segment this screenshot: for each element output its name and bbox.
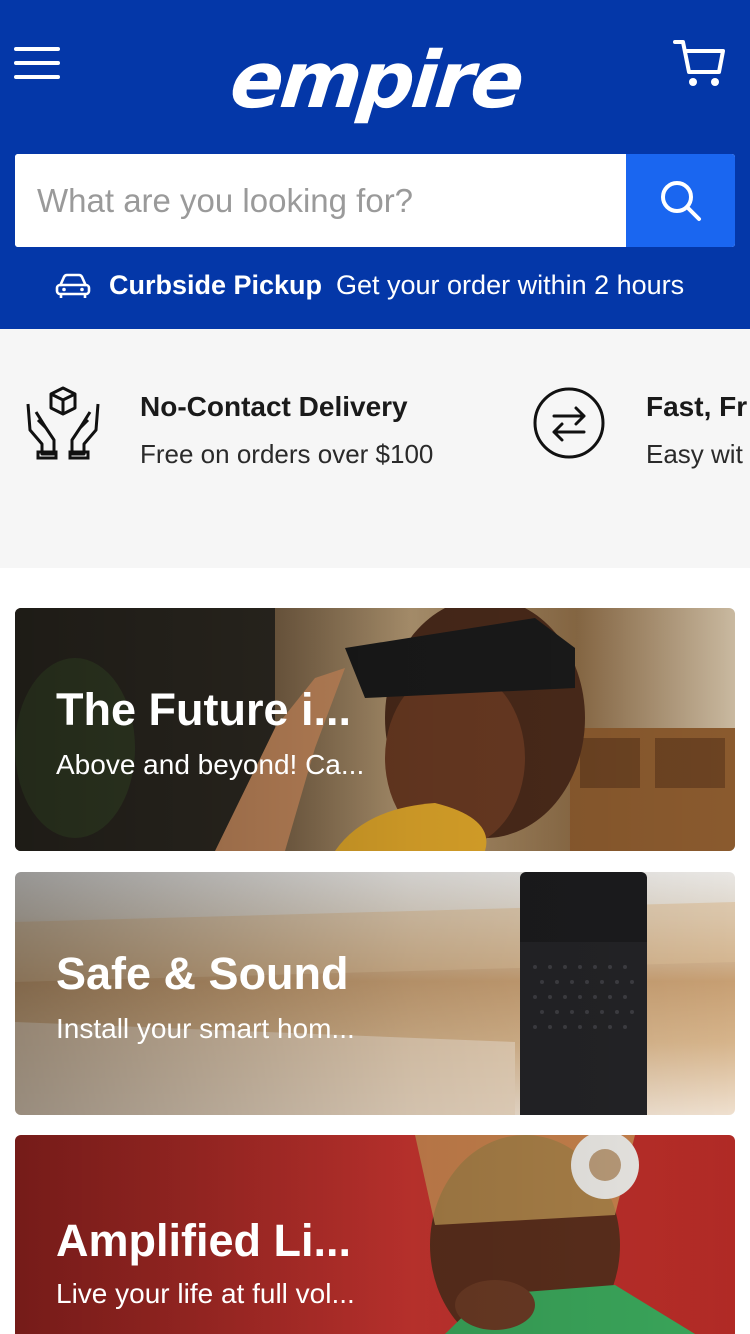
feature-no-contact-delivery: No-Contact Delivery Free on orders over … [24,329,484,568]
promo-card-future[interactable]: The Future i... Above and beyond! Ca... [15,608,735,851]
features-strip: No-Contact Delivery Free on orders over … [0,329,750,568]
feature-title: Fast, Fr [646,391,748,422]
promo-card-safe-sound[interactable]: Safe & Sound Install your smart hom... [15,872,735,1115]
promo-subtitle: Install your smart hom... [56,1013,355,1044]
exchange-arrows-icon [533,387,605,459]
curbside-subtitle: Get your order within 2 hours [336,270,685,300]
feature-title: No-Contact Delivery [140,391,408,422]
promo-subtitle: Above and beyond! Ca... [56,749,365,780]
car-icon [55,273,91,298]
search-icon [661,181,701,221]
search-button[interactable] [626,154,735,247]
promo-subtitle: Live your life at full vol... [56,1278,355,1309]
curbside-pickup-banner[interactable]: Curbside Pickup Get your order within 2 … [0,262,750,312]
search-input[interactable] [15,154,626,247]
search-bar [15,154,735,247]
hamburger-menu-icon[interactable] [14,44,62,82]
promo-card-amplified[interactable]: Amplified Li... Live your life at full v… [15,1135,735,1334]
curbside-title: Curbside Pickup [109,270,323,300]
feature-fast-returns: Fast, Fr Easy wit [530,329,750,568]
promo-title: The Future i... [56,684,352,735]
brand-logo[interactable]: empire [221,36,530,126]
top-header: empire Curbside Pickup Get your order wi… [0,0,750,329]
feature-subtitle: Easy wit [646,439,743,469]
cart-icon[interactable] [672,38,726,90]
hands-box-icon [26,386,100,460]
promo-title: Safe & Sound [56,948,349,999]
promo-title: Amplified Li... [56,1215,352,1266]
feature-subtitle: Free on orders over $100 [140,439,434,469]
